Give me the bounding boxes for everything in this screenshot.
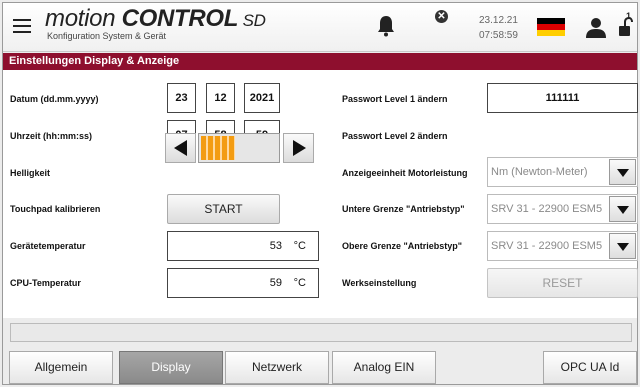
- menu-icon[interactable]: [13, 19, 31, 33]
- status-bar: [10, 323, 632, 342]
- time-label: Uhrzeit (hh:mm:ss): [10, 131, 93, 141]
- brightness-label: Helligkeit: [10, 168, 51, 178]
- tab-netzwerk[interactable]: Netzwerk: [225, 351, 329, 384]
- app-logo: motion CONTROL SD Konfiguration System &…: [45, 5, 266, 41]
- date-day-field[interactable]: 23: [167, 83, 196, 113]
- header-date: 23.12.21: [479, 15, 518, 26]
- alarm-x-icon[interactable]: ✕: [435, 10, 448, 23]
- tab-allgemein[interactable]: Allgemein: [9, 351, 113, 384]
- device-temp-field: 53 °C: [167, 231, 319, 261]
- factory-reset-button[interactable]: RESET: [487, 268, 638, 298]
- lower-limit-select[interactable]: SRV 31 - 22900 ESM5: [487, 194, 638, 224]
- chevron-down-icon[interactable]: [609, 233, 636, 259]
- cpu-temp-label: CPU-Temperatur: [10, 278, 81, 288]
- tab-opc-ua-id[interactable]: OPC UA Id: [543, 351, 637, 384]
- user-icon[interactable]: [585, 17, 607, 44]
- touchpad-label: Touchpad kalibrieren: [10, 204, 101, 214]
- tab-display[interactable]: Display: [119, 351, 223, 384]
- bell-icon[interactable]: [377, 15, 395, 42]
- device-temp-label: Gerätetemperatur: [10, 241, 86, 251]
- brightness-fill: [201, 136, 235, 160]
- touchpad-start-button[interactable]: START: [167, 194, 280, 224]
- date-label: Datum (dd.mm.yyyy): [10, 94, 99, 104]
- chevron-down-icon[interactable]: [609, 159, 636, 185]
- upper-limit-label: Obere Grenze "Antriebstyp": [342, 241, 463, 251]
- lower-limit-value: SRV 31 - 22900 ESM5: [491, 203, 603, 215]
- motor-unit-value: Nm (Newton-Meter): [491, 166, 588, 178]
- password-level1-field[interactable]: 111111: [487, 83, 638, 113]
- date-month-field[interactable]: 12: [206, 83, 235, 113]
- header-time: 07:58:59: [479, 30, 518, 41]
- header-bar: motion CONTROL SD Konfiguration System &…: [3, 3, 637, 52]
- clock-display: 23.12.21 07:58:59: [479, 13, 518, 43]
- device-temp-value: 53: [269, 240, 282, 252]
- chevron-down-icon[interactable]: [609, 196, 636, 222]
- brightness-decrease-button[interactable]: [165, 133, 196, 163]
- password-level2-label: Passwort Level 2 ändern: [342, 131, 448, 141]
- cpu-temp-value: 59: [269, 277, 282, 289]
- password-level1-label: Passwort Level 1 ändern: [342, 94, 448, 104]
- motor-unit-select[interactable]: Nm (Newton-Meter): [487, 157, 638, 187]
- brightness-increase-button[interactable]: [283, 133, 314, 163]
- german-flag-icon[interactable]: [537, 18, 565, 36]
- lock-level: 1: [626, 11, 632, 21]
- settings-panel: Datum (dd.mm.yyyy) 23 12 2021 Uhrzeit (h…: [3, 70, 638, 318]
- date-year-field[interactable]: 2021: [244, 83, 280, 113]
- logo-title: motion CONTROL SD: [45, 5, 266, 32]
- upper-limit-value: SRV 31 - 22900 ESM5: [491, 240, 603, 252]
- motor-unit-label: Anzeigeeinheit Motorleistung: [342, 168, 468, 178]
- device-temp-unit: °C: [293, 240, 306, 252]
- page-title: Einstellungen Display & Anzeige: [3, 53, 637, 70]
- factory-reset-label: Werkseinstellung: [342, 278, 417, 288]
- brightness-bar[interactable]: [198, 133, 280, 163]
- lower-limit-label: Untere Grenze "Antriebstyp": [342, 204, 465, 214]
- cpu-temp-field: 59 °C: [167, 268, 319, 298]
- cpu-temp-unit: °C: [293, 277, 306, 289]
- tab-analog-ein[interactable]: Analog EIN: [332, 351, 436, 384]
- upper-limit-select[interactable]: SRV 31 - 22900 ESM5: [487, 231, 638, 261]
- app-window: motion CONTROL SD Konfiguration System &…: [2, 2, 638, 385]
